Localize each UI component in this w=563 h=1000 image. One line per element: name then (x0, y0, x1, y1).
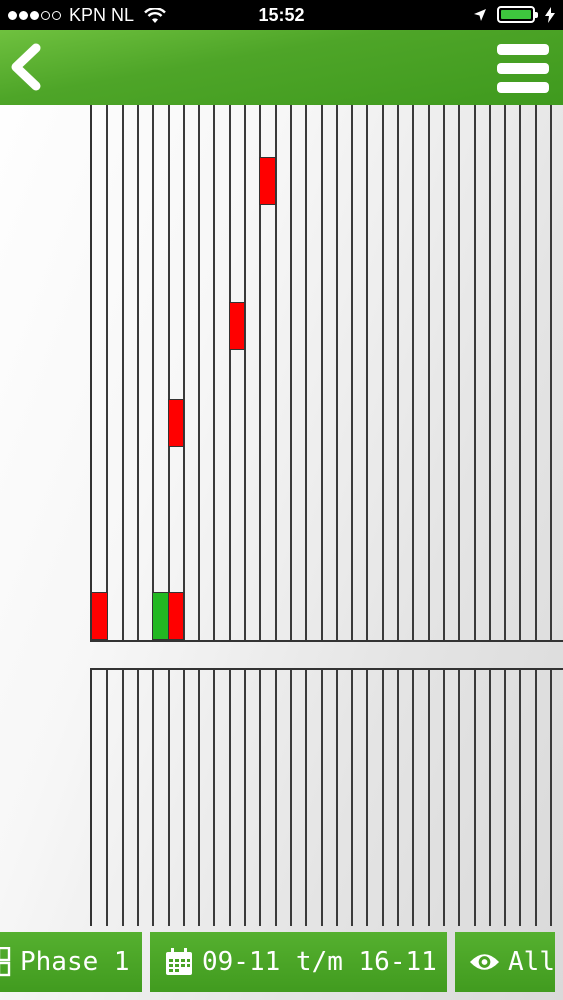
phase-button[interactable]: Phase 1 (0, 932, 142, 992)
menu-button[interactable] (497, 42, 549, 94)
chevron-left-icon (11, 43, 41, 91)
back-button[interactable] (6, 42, 46, 92)
menu-icon (497, 44, 549, 55)
grid-column-line (519, 105, 522, 640)
grid-column-line (305, 670, 308, 926)
grid-column-line (504, 670, 507, 926)
grid-icon (0, 947, 11, 977)
calendar-icon (166, 948, 192, 975)
grid-column-line (458, 670, 461, 926)
grid-column-line (198, 105, 201, 640)
grid-column-lines (92, 670, 563, 926)
grid-column-line (397, 670, 399, 926)
grid-column-line (351, 105, 354, 640)
grid-column-line (167, 670, 170, 926)
grid-column-line (335, 105, 338, 640)
grid-column-line (182, 670, 185, 926)
grid-column-line (427, 105, 430, 640)
location-arrow-icon (474, 8, 486, 21)
grid-column-line (274, 670, 277, 926)
grid-cell-green[interactable] (152, 592, 169, 640)
grid-column-line (366, 105, 369, 640)
grid-column-lines (92, 105, 563, 640)
grid-column-line (473, 670, 476, 926)
grid-column-line (366, 670, 369, 926)
grid-column-line (289, 670, 292, 926)
grid-cell-red[interactable] (167, 592, 185, 640)
grid-column-line (136, 105, 139, 640)
grid-column-line (550, 670, 552, 926)
grid-column-line (320, 670, 323, 926)
grid-column-line (289, 105, 292, 640)
grid-column-line (244, 105, 246, 640)
grid-column-line (412, 105, 415, 640)
grid-column-line (213, 105, 216, 640)
grid-column-line (381, 670, 384, 926)
view-filter-button[interactable]: All (455, 932, 555, 992)
grid-column-line (121, 105, 124, 640)
schedule-grid-top (90, 105, 563, 642)
grid-column-line (473, 105, 476, 640)
grid-column-line (228, 670, 231, 926)
eye-icon (469, 954, 500, 970)
grid-column-line (152, 105, 155, 640)
grid-cell-red[interactable] (259, 157, 277, 206)
status-bar: KPN NL 15:52 (0, 0, 563, 30)
grid-cell-red[interactable] (228, 302, 246, 351)
charging-bolt-icon (545, 6, 555, 23)
grid-column-line (320, 105, 323, 640)
grid-column-line (121, 670, 124, 926)
date-range-button[interactable]: 09-11 t/m 16-11 (150, 932, 447, 992)
grid-column-line (213, 670, 216, 926)
grid-column-line (550, 105, 552, 640)
grid-column-line (351, 670, 354, 926)
schedule-grid-bottom (90, 668, 563, 926)
grid-column-line (152, 670, 155, 926)
grid-column-line (534, 105, 537, 640)
view-filter-label: All (508, 947, 555, 977)
grid-column-line (458, 105, 461, 640)
date-range-label: 09-11 t/m 16-11 (202, 947, 437, 977)
grid-column-line (167, 105, 170, 640)
grid-column-line (335, 670, 338, 926)
grid-column-line (427, 670, 430, 926)
phase-label: Phase 1 (20, 947, 130, 977)
battery-icon (497, 6, 538, 23)
grid-column-line (442, 670, 445, 926)
grid-column-line (198, 670, 201, 926)
grid-column-line (228, 105, 231, 640)
menu-icon-bar (497, 82, 549, 93)
grid-column-line (519, 670, 522, 926)
grid-column-line (412, 670, 415, 926)
grid-column-line (244, 670, 246, 926)
grid-column-line (534, 670, 537, 926)
grid-column-line (381, 105, 384, 640)
grid-column-line (488, 105, 491, 640)
grid-cell-red[interactable] (92, 592, 108, 640)
grid-column-line (397, 105, 399, 640)
nav-bar (0, 30, 563, 105)
grid-column-line (488, 670, 491, 926)
grid-column-line (106, 105, 109, 640)
menu-icon-bar (497, 63, 549, 74)
grid-column-line (182, 105, 185, 640)
grid-column-line (305, 105, 308, 640)
grid-column-line (504, 105, 507, 640)
grid-column-line (442, 105, 445, 640)
status-right (473, 6, 555, 23)
grid-column-line (136, 670, 139, 926)
grid-cell-red[interactable] (167, 398, 185, 447)
grid-column-line (106, 670, 109, 926)
grid-column-line (259, 670, 262, 926)
battery-level (501, 10, 531, 19)
